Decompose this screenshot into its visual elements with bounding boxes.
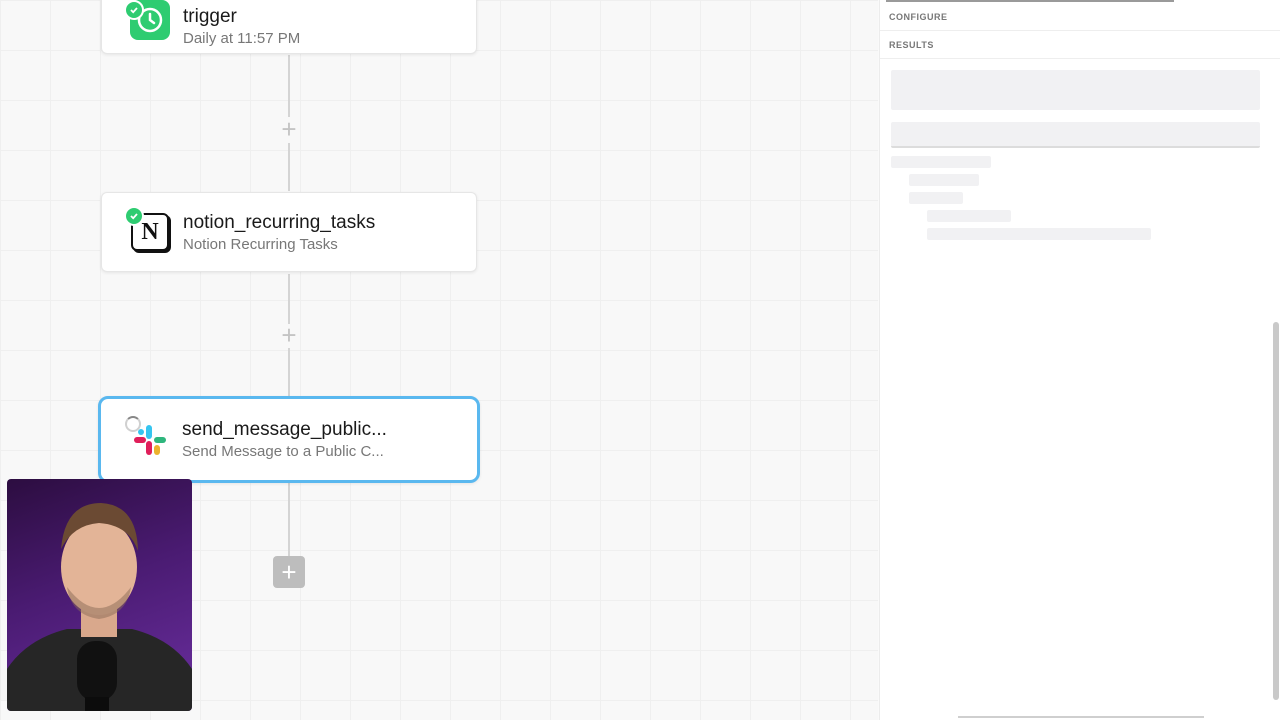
plus-icon: + (281, 114, 297, 144)
skeleton-placeholder (909, 192, 963, 204)
step-icon (125, 415, 169, 460)
step-title: send_message_public... (182, 419, 387, 440)
check-icon (124, 206, 144, 226)
step-icon: N (124, 206, 170, 252)
step-subtitle: Send Message to a Public C... (182, 443, 384, 460)
connector-line (288, 348, 290, 396)
step-card-trigger[interactable]: trigger Daily at 11:57 PM (101, 0, 477, 54)
step-title: trigger (183, 5, 237, 27)
bottom-scroll-indicator (958, 716, 1204, 718)
skeleton-placeholder (909, 174, 979, 186)
top-scroll-indicator (886, 0, 1174, 2)
tab-results[interactable]: RESULTS (889, 40, 934, 50)
panel-divider (880, 30, 1280, 31)
plus-icon: + (281, 320, 297, 350)
add-step-button[interactable]: + (273, 556, 305, 588)
skeleton-placeholder (927, 210, 1011, 222)
plus-icon: + (281, 557, 297, 587)
connector-line (288, 55, 290, 117)
connector-line (288, 274, 290, 324)
panel-divider (880, 58, 1280, 59)
panel-scrollbar[interactable] (1273, 322, 1279, 700)
webcam-overlay (7, 479, 192, 711)
step-subtitle: Notion Recurring Tasks (183, 235, 338, 253)
connector-line (288, 143, 290, 191)
tab-configure[interactable]: CONFIGURE (889, 12, 948, 22)
skeleton-placeholder (891, 156, 991, 168)
skeleton-placeholder (927, 228, 1151, 240)
check-icon (124, 0, 144, 20)
skeleton-placeholder (891, 122, 1260, 148)
step-icon (124, 0, 170, 40)
add-step-button[interactable]: + (274, 320, 304, 350)
workflow-canvas[interactable]: + + + trigger Daily at 11:57 PM N notion… (0, 0, 878, 720)
step-card-notion-recurring-tasks[interactable]: N notion_recurring_tasks Notion Recurrin… (101, 192, 477, 272)
add-step-button[interactable]: + (274, 114, 304, 144)
presenter-video (7, 503, 192, 711)
step-subtitle: Daily at 11:57 PM (183, 29, 301, 47)
step-card-send-message-public[interactable]: send_message_public... Send Message to a… (98, 396, 480, 483)
skeleton-placeholder (891, 70, 1260, 110)
loading-spinner-icon (125, 415, 141, 432)
step-detail-panel: CONFIGURE RESULTS (879, 0, 1280, 720)
connector-line (288, 482, 290, 556)
step-title: notion_recurring_tasks (183, 211, 376, 233)
